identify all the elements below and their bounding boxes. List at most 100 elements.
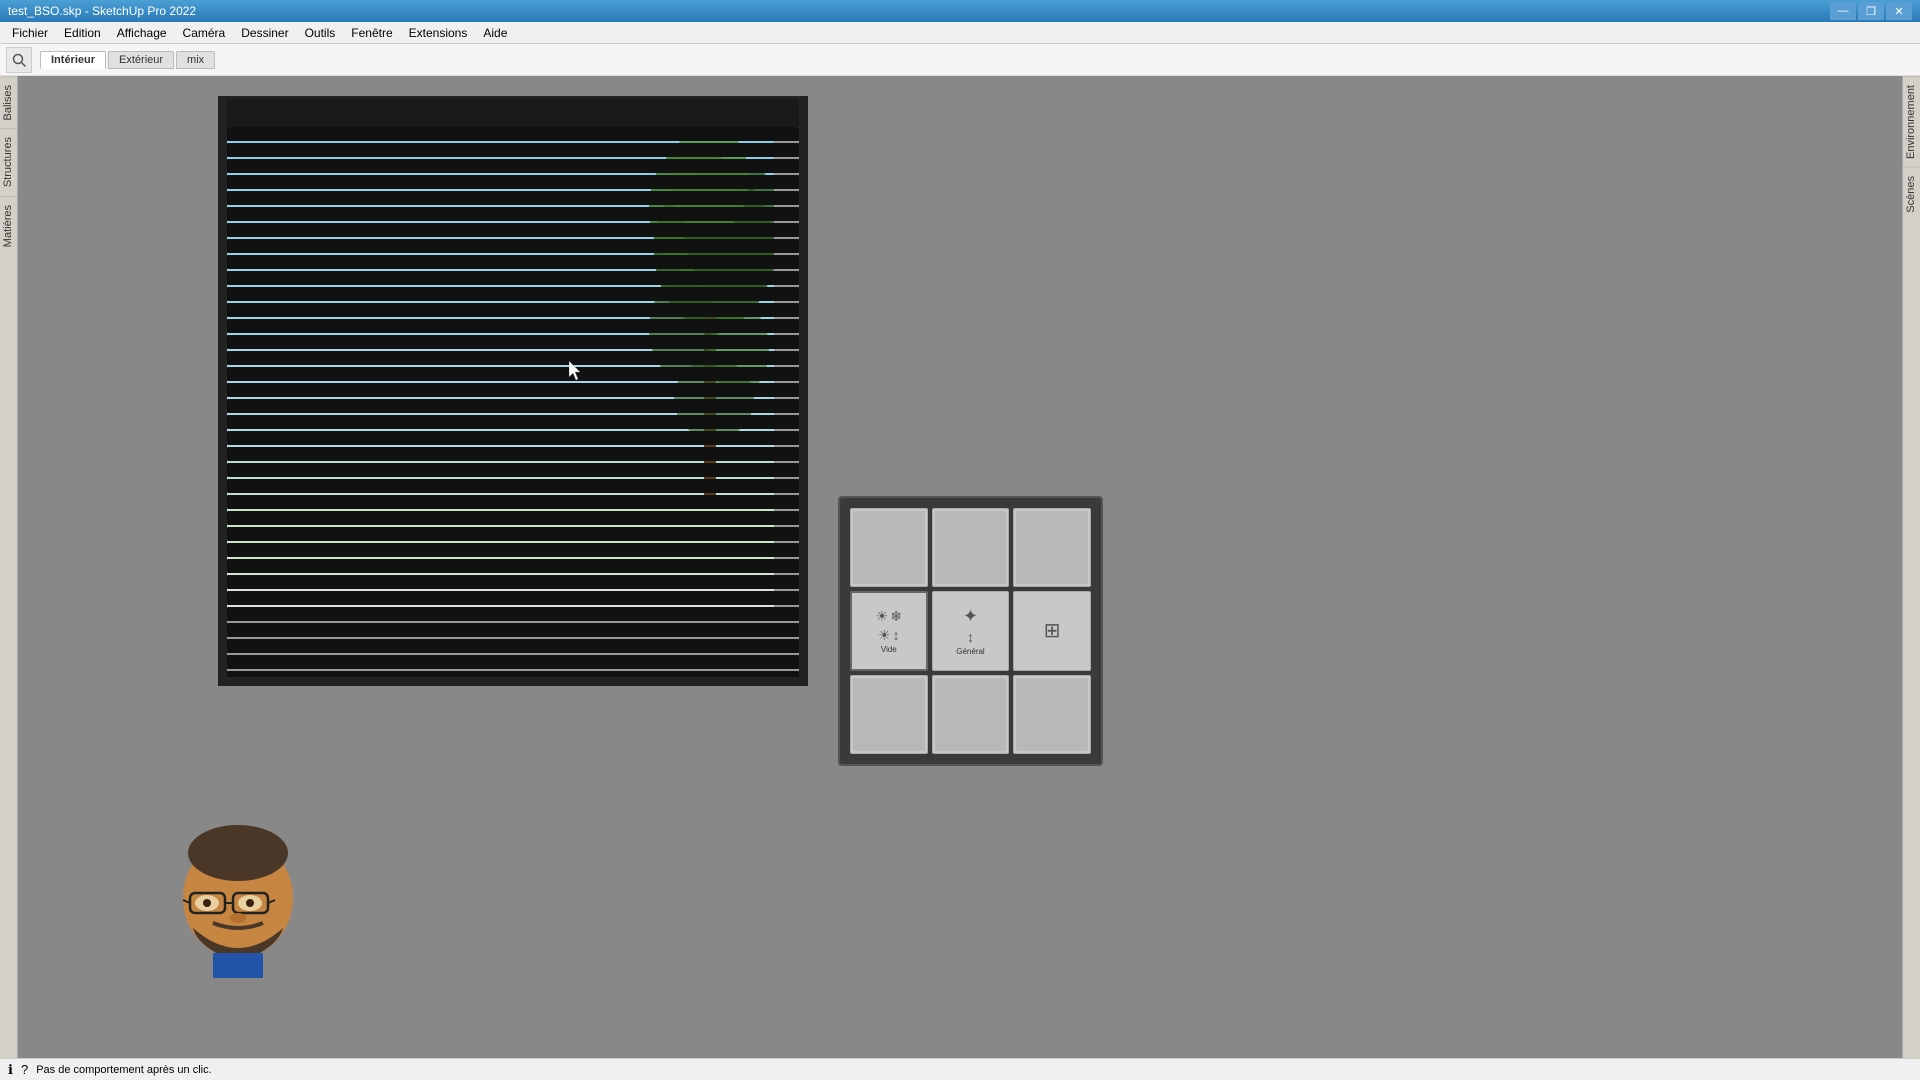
style-cell-8[interactable]	[932, 675, 1010, 754]
window-title: test_BSO.skp - SketchUp Pro 2022	[8, 4, 196, 18]
blind-slat-17	[227, 399, 799, 413]
style-cell-6[interactable]: ⊞	[1013, 591, 1091, 670]
style-thumbnail-8	[935, 678, 1007, 751]
frame-bottom	[221, 677, 805, 683]
menu-fenetre[interactable]: Fenêtre	[343, 24, 400, 42]
menu-aide[interactable]: Aide	[475, 24, 515, 42]
temp-icon: ☀	[878, 627, 891, 644]
panel-environnement[interactable]: Environnement	[1903, 76, 1920, 167]
blind-slat-9	[227, 271, 799, 285]
style-cell-5[interactable]: ✦ ↕ Général	[932, 591, 1010, 670]
blind-slat-2	[227, 159, 799, 173]
menu-outils[interactable]: Outils	[297, 24, 344, 42]
scene-window	[218, 96, 808, 686]
arrows-icon: ↕	[893, 627, 900, 643]
blind-slat-5	[227, 207, 799, 221]
restore-button[interactable]: ❐	[1858, 2, 1884, 20]
blind-slat-13	[227, 335, 799, 349]
style-cell-5-content: ✦ ↕ Général	[956, 606, 984, 656]
style-cell-9[interactable]	[1013, 675, 1091, 754]
style-thumbnail-1	[853, 511, 925, 584]
blind-slat-30	[227, 607, 799, 621]
blind-slat-18	[227, 415, 799, 429]
blind-slat-33	[227, 655, 799, 669]
menu-bar: Fichier Edition Affichage Caméra Dessine…	[0, 22, 1920, 44]
apply-saved-label: Apply Saved on Start	[1749, 136, 1862, 150]
blind-slat-1	[227, 143, 799, 157]
blind-slat-32	[227, 639, 799, 653]
style-cell-5-label: Général	[956, 647, 984, 656]
blind-slat-6	[227, 223, 799, 237]
tab-interieur[interactable]: Intérieur	[40, 51, 106, 69]
style-cell-1[interactable]	[850, 508, 928, 587]
menu-fichier[interactable]: Fichier	[4, 24, 56, 42]
blind-slat-20	[227, 447, 799, 461]
blind-slat-7	[227, 239, 799, 253]
tab-exterieur[interactable]: Extérieur	[108, 51, 174, 69]
blind-slat-4	[227, 191, 799, 205]
menu-dessiner[interactable]: Dessiner	[233, 24, 296, 42]
frame-right	[799, 99, 805, 683]
style-thumbnail-7	[853, 678, 925, 751]
panel-scenes[interactable]: Scènes	[1903, 167, 1920, 221]
blind-slat-15	[227, 367, 799, 381]
panel-matieres[interactable]: Matières	[0, 196, 17, 255]
style-cell-4[interactable]: ☀ ❄ ☀ ↕ Vide	[850, 591, 928, 670]
blind-slat-11	[227, 303, 799, 317]
status-bar: ℹ ? Pas de comportement après un clic.	[0, 1058, 1920, 1080]
blind-slat-22	[227, 479, 799, 493]
style-cell-7[interactable]	[850, 675, 928, 754]
grid-icon: ⊞	[1044, 618, 1061, 643]
style-cell-4-label: Vide	[881, 646, 897, 655]
blind-slat-29	[227, 591, 799, 605]
view-tabs: Intérieur Extérieur mix	[40, 51, 215, 69]
style-thumbnail-3	[1016, 511, 1088, 584]
style-cell-2[interactable]	[932, 508, 1010, 587]
style-grid: ☀ ❄ ☀ ↕ Vide ✦ ↕ Général	[850, 508, 1091, 754]
style-cell-3[interactable]	[1013, 508, 1091, 587]
status-info-icon[interactable]: ℹ	[8, 1062, 13, 1078]
panel-balises[interactable]: Balises	[0, 76, 17, 128]
viewport[interactable]: ☀ ❄ ☀ ↕ Vide ✦ ↕ Général	[18, 76, 1902, 1058]
blind-slat-14	[227, 351, 799, 365]
snowflake-icon: ❄	[890, 608, 902, 625]
status-message: Pas de comportement après un clic.	[36, 1064, 211, 1076]
blinds-overlay	[221, 99, 805, 683]
style-thumbnail-9	[1016, 678, 1088, 751]
blind-slat-21	[227, 463, 799, 477]
menu-extensions[interactable]: Extensions	[401, 24, 476, 42]
style-cell-6-content: ⊞	[1044, 594, 1061, 667]
blind-slat-19	[227, 431, 799, 445]
blind-slat-27	[227, 559, 799, 573]
blind-slat-12	[227, 319, 799, 333]
right-panels: Environnement Scènes	[1902, 76, 1920, 1058]
search-button[interactable]	[6, 47, 32, 73]
blind-slat-8	[227, 255, 799, 269]
blind-slat-28	[227, 575, 799, 589]
menu-camera[interactable]: Caméra	[175, 24, 234, 42]
star-icon: ✦	[963, 606, 978, 627]
blind-slat-23	[227, 495, 799, 509]
left-panels: Balises Structures Matières	[0, 76, 18, 1058]
style-icons-row1: ☀ ❄	[876, 608, 902, 625]
blind-slat-3	[227, 175, 799, 189]
tab-mix[interactable]: mix	[176, 51, 215, 69]
minimize-button[interactable]: —	[1830, 2, 1856, 20]
avatar-head	[168, 818, 308, 978]
blind-slat-0	[227, 127, 799, 141]
style-panel: ☀ ❄ ☀ ↕ Vide ✦ ↕ Général	[838, 496, 1103, 766]
close-button[interactable]: ✕	[1886, 2, 1912, 20]
status-help-icon[interactable]: ?	[21, 1062, 28, 1077]
blind-slat-26	[227, 543, 799, 557]
menu-affichage[interactable]: Affichage	[109, 24, 175, 42]
panel-structures[interactable]: Structures	[0, 128, 17, 195]
toolbar: Intérieur Extérieur mix	[0, 44, 1920, 76]
sun-icon: ☀	[876, 608, 889, 625]
menu-edition[interactable]: Edition	[56, 24, 109, 42]
title-bar: test_BSO.skp - SketchUp Pro 2022 — ❐ ✕	[0, 0, 1920, 22]
main-area: Balises Structures Matières	[0, 76, 1920, 1058]
blind-slat-31	[227, 623, 799, 637]
style-cell-4-content: ☀ ❄ ☀ ↕ Vide	[876, 608, 902, 655]
blind-slat-24	[227, 511, 799, 525]
window-controls: — ❐ ✕	[1830, 2, 1912, 20]
